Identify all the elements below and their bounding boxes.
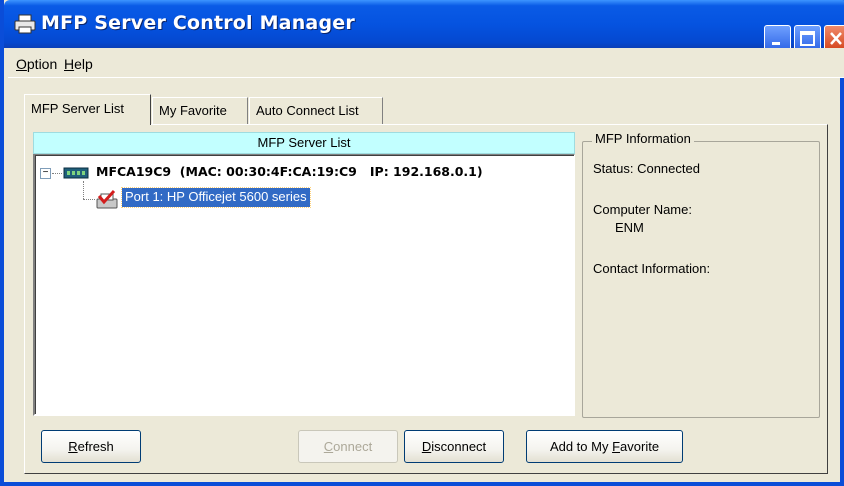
mfp-information-group bbox=[582, 141, 820, 418]
disconnect-button[interactable]: Disconnect bbox=[404, 430, 504, 463]
connect-label: onnect bbox=[333, 439, 373, 454]
menu-help[interactable]: Help bbox=[64, 56, 93, 72]
menu-help-mnemonic: H bbox=[64, 56, 75, 72]
add-favorite-label: avorite bbox=[620, 439, 660, 454]
computer-name-label: Computer Name: bbox=[593, 202, 692, 217]
disconnect-mnemonic: D bbox=[421, 439, 432, 454]
tab-my-favorite[interactable]: My Favorite bbox=[152, 97, 248, 124]
server-node-label[interactable]: MFCA19C9 (MAC: 00:30:4F:CA:19:C9 IP: 192… bbox=[96, 164, 483, 179]
connect-button[interactable]: Connect bbox=[298, 430, 398, 463]
menu-option-mnemonic: O bbox=[16, 56, 27, 72]
server-icon bbox=[63, 167, 89, 179]
add-favorite-prefix: Add to My bbox=[549, 439, 613, 454]
status-text: Status: Connected bbox=[593, 161, 700, 176]
menu-bar: Option Help bbox=[8, 48, 844, 78]
port-node-label[interactable]: Port 1: HP Officejet 5600 series bbox=[121, 187, 311, 208]
tab-auto-connect-list[interactable]: Auto Connect List bbox=[249, 97, 383, 124]
printer-app-icon bbox=[14, 14, 36, 34]
refresh-button[interactable]: Refresh bbox=[41, 430, 141, 463]
contact-information-label: Contact Information: bbox=[593, 261, 711, 276]
computer-name-value: ENM bbox=[615, 220, 644, 235]
menu-help-label: elp bbox=[74, 56, 93, 72]
mfp-information-legend: MFP Information bbox=[592, 131, 694, 146]
add-to-favorite-button[interactable]: Add to My Favorite bbox=[526, 430, 683, 463]
refresh-label: efresh bbox=[77, 439, 114, 454]
tree-connector bbox=[52, 173, 62, 174]
tab-mfp-server-list[interactable]: MFP Server List bbox=[24, 94, 151, 125]
window-title: MFP Server Control Manager bbox=[41, 12, 355, 34]
menu-option-label: ption bbox=[26, 56, 58, 72]
disconnect-label: isconnect bbox=[431, 439, 487, 454]
collapse-toggle[interactable]: − bbox=[40, 168, 51, 179]
menu-option[interactable]: Option bbox=[16, 56, 57, 72]
server-list-header[interactable]: MFP Server List bbox=[33, 132, 575, 154]
title-bar[interactable]: MFP Server Control Manager bbox=[4, 0, 844, 52]
tree-connector bbox=[83, 181, 84, 199]
connect-mnemonic: C bbox=[323, 439, 334, 454]
tree-connector bbox=[83, 199, 95, 200]
add-favorite-mnemonic: F bbox=[612, 439, 621, 454]
printer-icon bbox=[96, 190, 118, 209]
refresh-mnemonic: R bbox=[68, 439, 78, 454]
